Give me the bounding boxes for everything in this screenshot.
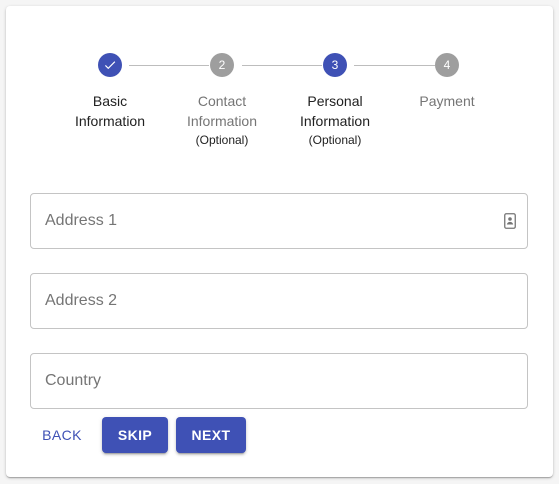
- country-field: [30, 353, 528, 409]
- step-contact-information: 2 Contact Information (Optional): [162, 53, 282, 149]
- address1-input[interactable]: [31, 194, 527, 248]
- check-icon: [104, 61, 116, 70]
- address1-field: [30, 193, 528, 249]
- step-personal-information: 3 Personal Information (Optional): [275, 53, 395, 149]
- step-label: Personal Information (Optional): [275, 91, 395, 149]
- step-optional-caption: (Optional): [308, 133, 362, 147]
- step-completed-indicator: [98, 53, 122, 77]
- stepper: Basic Information 2 Contact Information …: [6, 6, 553, 176]
- step-number-badge: 4: [435, 53, 459, 77]
- back-button[interactable]: BACK: [30, 417, 94, 453]
- step-label-line2: Information: [299, 113, 371, 129]
- step-number-badge: 2: [210, 53, 234, 77]
- skip-button[interactable]: SKIP: [102, 417, 168, 453]
- step-label: Basic Information: [50, 91, 170, 131]
- step-label-line1: Personal: [307, 93, 363, 109]
- step-label: Payment: [387, 91, 507, 111]
- step-optional-caption: (Optional): [195, 133, 249, 147]
- contact-card-icon: [504, 213, 516, 229]
- step-basic-information: Basic Information: [50, 53, 170, 131]
- step-label-line1: Contact: [197, 93, 247, 109]
- step-label: Contact Information (Optional): [162, 91, 282, 149]
- country-input[interactable]: [31, 354, 527, 408]
- step-payment: 4 Payment: [387, 53, 507, 111]
- step-label-line1: Payment: [419, 93, 475, 109]
- step-label-line1: Basic: [92, 93, 128, 109]
- stepper-card: Basic Information 2 Contact Information …: [6, 6, 553, 477]
- next-button[interactable]: NEXT: [176, 417, 246, 453]
- step-label-line2: Information: [74, 113, 146, 129]
- address2-input[interactable]: [31, 274, 527, 328]
- address2-field: [30, 273, 528, 329]
- step-number-badge: 3: [323, 53, 347, 77]
- step-label-line2: Information: [186, 113, 258, 129]
